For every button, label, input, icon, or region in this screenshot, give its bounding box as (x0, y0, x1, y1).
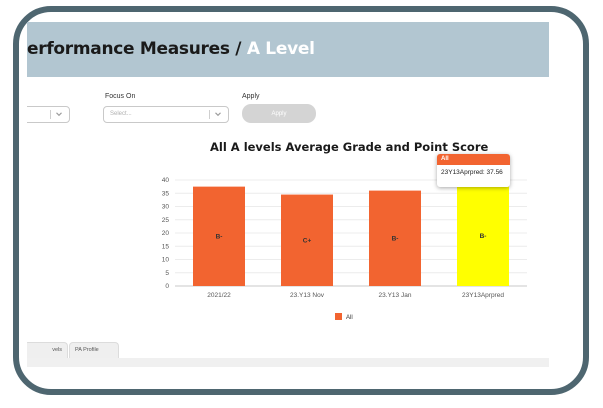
tooltip-series: All (437, 154, 510, 165)
bar-data-label: B- (480, 233, 487, 240)
y-tick-label: 0 (165, 283, 169, 290)
y-tick-label: 30 (162, 204, 170, 211)
y-tick-label: 25 (162, 217, 170, 224)
bar-data-label: B- (392, 235, 399, 242)
tooltip-value: 23Y13Aprpred: 37.56 (441, 169, 503, 176)
app-screen: erformance Measures / A Level Focus On S… (27, 22, 549, 367)
footer-bar (27, 358, 549, 367)
legend-label: All (346, 315, 353, 321)
bar-data-label: B- (216, 233, 223, 240)
y-tick-label: 10 (162, 257, 170, 264)
x-tick-label: 23.Y13 Jan (379, 292, 412, 299)
y-tick-label: 5 (165, 270, 169, 277)
x-tick-label: 23.Y13 Nov (290, 292, 325, 299)
y-tick-label: 20 (162, 230, 170, 237)
bar-data-label: C+ (303, 237, 312, 244)
y-tick-label: 35 (162, 190, 170, 197)
bar-chart: 0 5 10 15 20 25 30 35 40 B- 2021/22 C+ 23.Y13 Nov B- 2… (162, 177, 527, 321)
tab-pa-profile[interactable]: PA Profile (69, 342, 119, 358)
y-tick-label: 40 (162, 177, 170, 184)
tab-levels[interactable]: vels (27, 342, 68, 358)
x-tick-label: 2021/22 (207, 292, 231, 299)
y-tick-label: 15 (162, 243, 170, 250)
x-tick-label: 23Y13Aprpred (462, 292, 504, 299)
legend-swatch (335, 313, 342, 320)
chart-tooltip: All 23Y13Aprpred: 37.56 (437, 154, 510, 187)
